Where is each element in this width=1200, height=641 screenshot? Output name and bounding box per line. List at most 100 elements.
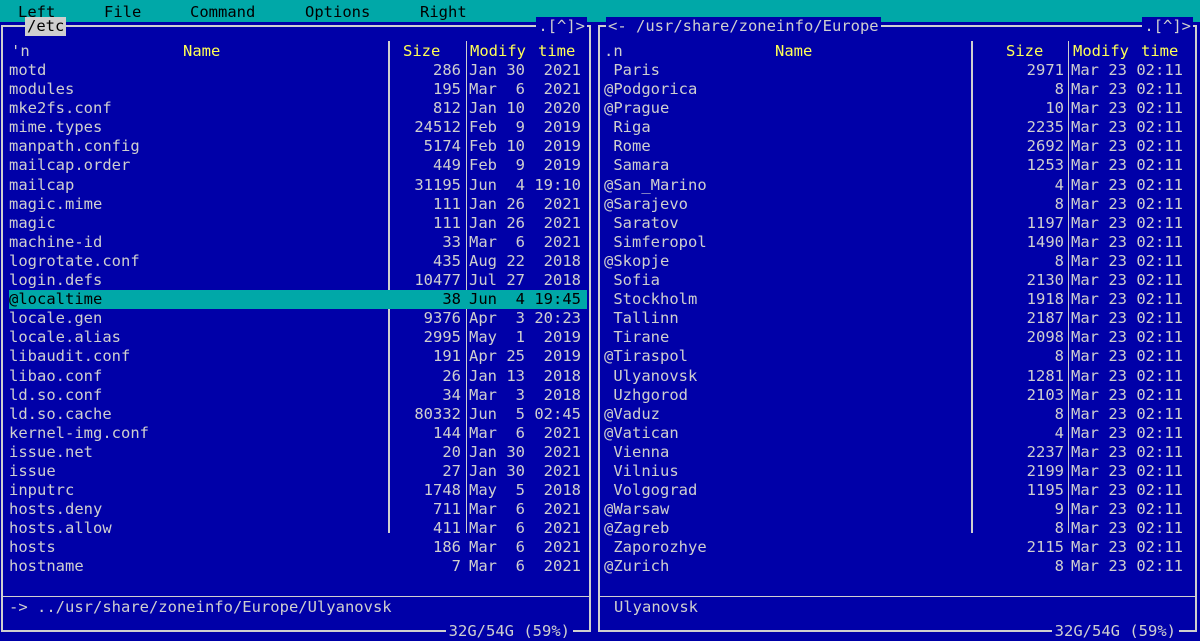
file-row[interactable]: ld.so.conf 34 Mar 3 2018 xyxy=(3,386,589,405)
file-row[interactable]: machine-id 33 Mar 6 2021 xyxy=(3,233,589,252)
file-row[interactable]: Simferopol 1490 Mar 23 02:11 xyxy=(600,233,1195,252)
file-size: 8 xyxy=(1054,519,1064,538)
file-row[interactable]: mailcap 31195 Jun 4 19:10 xyxy=(3,176,589,195)
file-row[interactable]: Vienna 2237 Mar 23 02:11 xyxy=(600,443,1195,462)
file-row[interactable]: logrotate.conf 435 Aug 22 2018 xyxy=(3,252,589,271)
file-row[interactable]: manpath.config 5174 Feb 10 2019 xyxy=(3,137,589,156)
file-size: 2199 xyxy=(1026,461,1064,480)
file-row[interactable]: @Prague 10 Mar 23 02:11 xyxy=(600,99,1195,118)
file-name: hostname xyxy=(9,557,84,576)
left-sort-indicator[interactable]: 'n xyxy=(11,42,30,61)
file-row[interactable]: login.defs 10477 Jul 27 2018 xyxy=(3,271,589,290)
left-header-modify[interactable]: Modify xyxy=(470,42,526,61)
file-row[interactable]: Samara 1253 Mar 23 02:11 xyxy=(600,156,1195,175)
file-row[interactable]: Stockholm 1918 Mar 23 02:11 xyxy=(600,290,1195,309)
file-row[interactable]: inputrc 1748 May 5 2018 xyxy=(3,481,589,500)
file-name: ld.so.conf xyxy=(9,385,103,404)
file-row[interactable]: mime.types 24512 Feb 9 2019 xyxy=(3,118,589,137)
file-row[interactable]: issue.net 20 Jan 30 2021 xyxy=(3,443,589,462)
file-row[interactable]: modules 195 Mar 6 2021 xyxy=(3,80,589,99)
right-header-time[interactable]: time xyxy=(1141,42,1178,61)
file-row[interactable]: Zaporozhye 2115 Mar 23 02:11 xyxy=(600,538,1195,557)
left-panel-path[interactable]: /etc xyxy=(25,17,67,36)
file-row[interactable]: Rome 2692 Mar 23 02:11 xyxy=(600,137,1195,156)
right-panel[interactable]: <- /usr/share/zoneinfo/Europe .[^]> .n N… xyxy=(598,17,1197,641)
file-row[interactable]: hosts 186 Mar 6 2021 xyxy=(3,538,589,557)
file-date: Mar 23 02:11 xyxy=(1071,309,1183,328)
right-header-size[interactable]: Size xyxy=(1006,42,1043,61)
file-name: issue xyxy=(9,461,56,480)
file-date: Mar 6 2021 xyxy=(469,80,581,99)
file-date: Mar 3 2018 xyxy=(469,385,581,404)
file-size: 195 xyxy=(433,80,461,99)
file-size: 80332 xyxy=(414,404,461,423)
file-row[interactable]: locale.gen 9376 Apr 3 20:23 xyxy=(3,309,589,328)
left-header-time[interactable]: time xyxy=(538,42,575,61)
file-date: Mar 23 02:11 xyxy=(1071,290,1183,309)
file-row[interactable]: Paris 2971 Mar 23 02:11 xyxy=(600,61,1195,80)
right-sort-indicator[interactable]: .n xyxy=(604,42,623,61)
file-row[interactable]: mke2fs.conf 812 Jan 10 2020 xyxy=(3,99,589,118)
file-row[interactable]: motd 286 Jan 30 2021 xyxy=(3,61,589,80)
file-size: 2235 xyxy=(1026,118,1064,137)
file-size: 5174 xyxy=(423,137,461,156)
file-date: Apr 25 2019 xyxy=(469,347,581,366)
file-row[interactable]: @Tiraspol 8 Mar 23 02:11 xyxy=(600,347,1195,366)
right-panel-corner[interactable]: .[^]> xyxy=(1142,17,1193,36)
left-panel-corner[interactable]: .[^]> xyxy=(536,17,587,36)
file-row[interactable]: @Zurich 8 Mar 23 02:11 xyxy=(600,557,1195,576)
file-name: modules xyxy=(9,80,75,99)
file-row[interactable]: Volgograd 1195 Mar 23 02:11 xyxy=(600,481,1195,500)
file-row[interactable]: Ulyanovsk 1281 Mar 23 02:11 xyxy=(600,367,1195,386)
file-row[interactable]: @Sarajevo 8 Mar 23 02:11 xyxy=(600,195,1195,214)
file-row[interactable]: mailcap.order 449 Feb 9 2019 xyxy=(3,156,589,175)
file-row-selected[interactable]: @localtime 38 Jun 4 19:45 xyxy=(9,290,587,310)
file-row[interactable]: @Vaduz 8 Mar 23 02:11 xyxy=(600,405,1195,424)
file-row[interactable]: @Warsaw 9 Mar 23 02:11 xyxy=(600,500,1195,519)
left-panel[interactable]: /etc .[^]> 'n Name Size Modify time motd… xyxy=(1,17,591,641)
file-row[interactable]: Riga 2235 Mar 23 02:11 xyxy=(600,118,1195,137)
file-row[interactable]: @Vatican 4 Mar 23 02:11 xyxy=(600,424,1195,443)
right-panel-path[interactable]: <- /usr/share/zoneinfo/Europe xyxy=(606,17,881,36)
left-header-size[interactable]: Size xyxy=(403,42,440,61)
file-row[interactable]: libaudit.conf 191 Apr 25 2019 xyxy=(3,347,589,366)
file-name: @Prague xyxy=(604,99,670,118)
file-row[interactable]: libao.conf 26 Jan 13 2018 xyxy=(3,367,589,386)
file-size: 2995 xyxy=(423,328,461,347)
file-date: May 1 2019 xyxy=(469,328,581,347)
file-size: 8 xyxy=(1054,557,1064,576)
file-name: @Warsaw xyxy=(604,500,670,519)
file-row[interactable]: issue 27 Jan 30 2021 xyxy=(3,462,589,481)
file-row[interactable]: locale.alias 2995 May 1 2019 xyxy=(3,328,589,347)
file-row[interactable]: Uzhgorod 2103 Mar 23 02:11 xyxy=(600,386,1195,405)
file-row[interactable]: @Podgorica 8 Mar 23 02:11 xyxy=(600,80,1195,99)
file-size: 2187 xyxy=(1026,309,1064,328)
menu-bar: Left File Command Options Right xyxy=(0,0,1200,22)
file-row[interactable]: ld.so.cache 80332 Jun 5 02:45 xyxy=(3,405,589,424)
menu-file[interactable]: File xyxy=(104,3,141,21)
file-name: mailcap.order xyxy=(9,156,131,175)
right-header-name[interactable]: Name xyxy=(775,42,812,61)
right-header-modify[interactable]: Modify xyxy=(1073,42,1129,61)
file-row[interactable]: Vilnius 2199 Mar 23 02:11 xyxy=(600,462,1195,481)
menu-command[interactable]: Command xyxy=(190,3,255,21)
file-row[interactable]: magic.mime 111 Jan 26 2021 xyxy=(3,195,589,214)
file-row[interactable]: magic 111 Jan 26 2021 xyxy=(3,214,589,233)
menu-right[interactable]: Right xyxy=(420,3,467,21)
file-row[interactable]: @San_Marino 4 Mar 23 02:11 xyxy=(600,176,1195,195)
file-row[interactable]: @Zagreb 8 Mar 23 02:11 xyxy=(600,519,1195,538)
file-row[interactable]: hosts.deny 711 Mar 6 2021 xyxy=(3,500,589,519)
file-row[interactable]: Sofia 2130 Mar 23 02:11 xyxy=(600,271,1195,290)
left-header-name[interactable]: Name xyxy=(183,42,220,61)
file-row[interactable]: hosts.allow 411 Mar 6 2021 xyxy=(3,519,589,538)
file-row[interactable]: Tirane 2098 Mar 23 02:11 xyxy=(600,328,1195,347)
menu-options[interactable]: Options xyxy=(305,3,370,21)
file-row[interactable]: Tallinn 2187 Mar 23 02:11 xyxy=(600,309,1195,328)
file-size: 10 xyxy=(1045,99,1064,118)
file-row[interactable]: kernel-img.conf 144 Mar 6 2021 xyxy=(3,424,589,443)
file-size: 38 xyxy=(442,290,461,309)
file-row[interactable]: Saratov 1197 Mar 23 02:11 xyxy=(600,214,1195,233)
file-name: Vilnius xyxy=(604,461,679,480)
file-row[interactable]: hostname 7 Mar 6 2021 xyxy=(3,557,589,576)
file-row[interactable]: @Skopje 8 Mar 23 02:11 xyxy=(600,252,1195,271)
